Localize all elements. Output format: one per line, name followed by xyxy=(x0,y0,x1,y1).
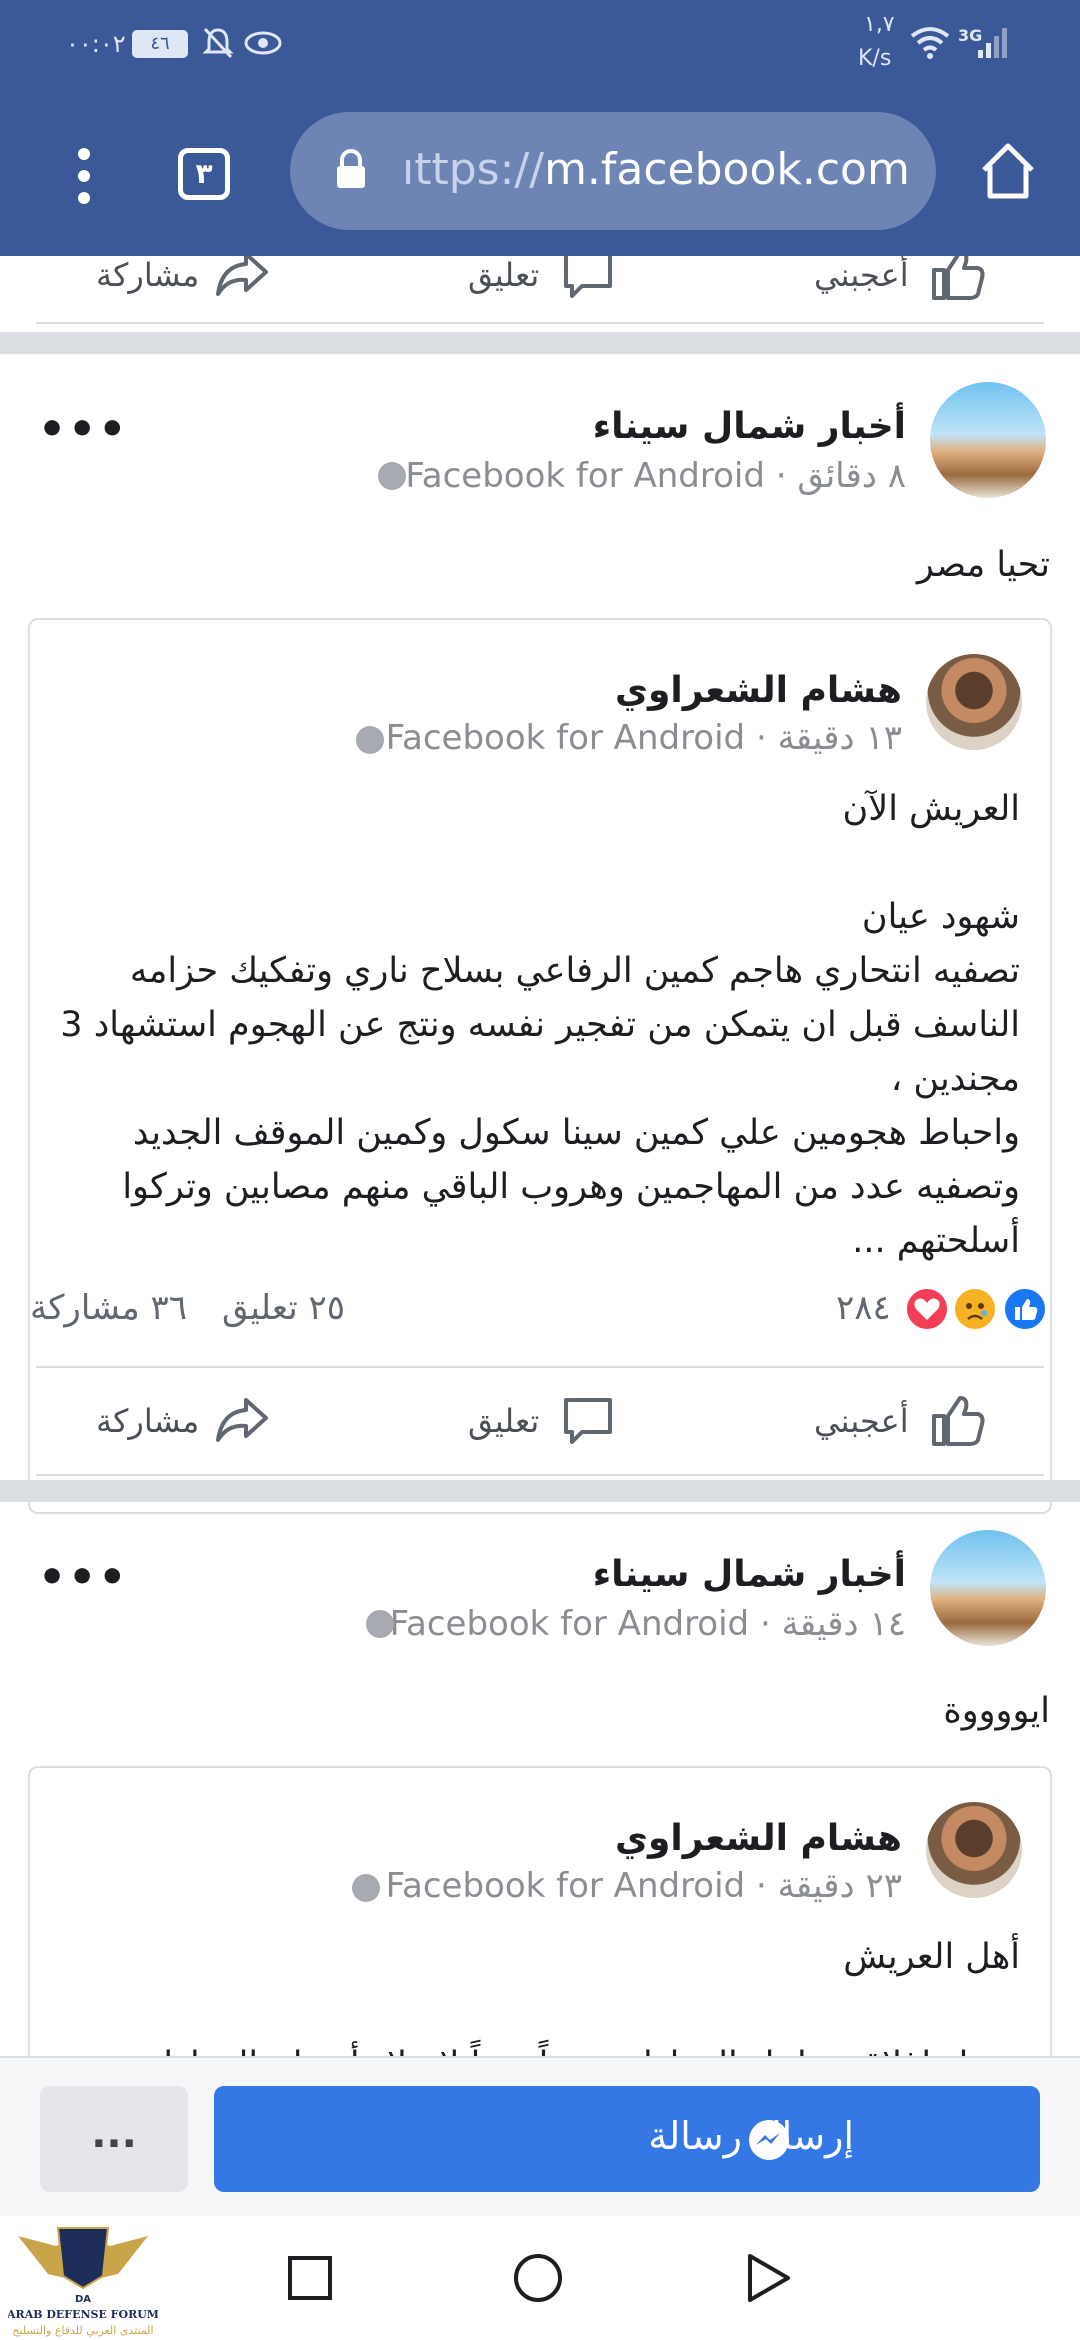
status-time: ٠٠:٠٢ xyxy=(66,30,126,58)
shared-post-card[interactable]: هشام الشعراوي ١٣ دقيقة · Facebook for An… xyxy=(28,618,1052,1514)
shares-count[interactable]: ٣٦ مشاركة xyxy=(30,1288,187,1328)
post-options-icon[interactable]: ••• xyxy=(38,1552,128,1603)
browser-toolbar: ٣ ıttps://m.facebook.com xyxy=(0,100,1080,256)
post-separator xyxy=(0,1480,1080,1502)
comment-icon xyxy=(564,1398,612,1444)
browser-menu-icon[interactable] xyxy=(78,148,90,208)
post-options-icon[interactable]: ••• xyxy=(38,404,128,455)
public-globe-icon xyxy=(366,1610,394,1638)
home-icon[interactable] xyxy=(978,140,1038,202)
recent-apps-icon[interactable] xyxy=(286,2254,334,2302)
comment-button[interactable]: تعليق xyxy=(468,1402,539,1440)
notifications-off-icon xyxy=(202,27,234,59)
svg-text:المنتدى العربي للدفاع والتسليح: المنتدى العربي للدفاع والتسليح xyxy=(12,2324,153,2337)
shared-post-meta: ٢٣ دقيقة · Facebook for Android · xyxy=(364,1866,902,1906)
sad-reaction-icon xyxy=(952,1286,998,1332)
battery-icon: ٤٦ xyxy=(132,30,188,58)
public-globe-icon xyxy=(356,726,384,754)
share-icon xyxy=(216,1398,268,1442)
messenger-icon xyxy=(749,2120,789,2160)
public-globe-icon xyxy=(352,1874,380,1902)
more-button[interactable]: ... xyxy=(40,2086,188,2192)
author-avatar[interactable] xyxy=(926,1802,1022,1898)
post-meta: ١٤ دقيقة · Facebook for Android · xyxy=(368,1604,906,1644)
net-speed-value: ١,٧ xyxy=(864,12,895,37)
comments-count[interactable]: ٢٥ تعليق xyxy=(222,1288,345,1328)
lock-icon xyxy=(337,149,365,188)
author-name[interactable]: هشام الشعراوي xyxy=(615,670,902,711)
post-separator xyxy=(0,332,1080,354)
public-globe-icon xyxy=(378,462,406,490)
url-text: ıttps://m.facebook.com xyxy=(402,144,910,195)
author-avatar[interactable] xyxy=(926,654,1022,750)
home-nav-icon[interactable] xyxy=(512,2252,564,2304)
system-nav-bar: DA ARAB DEFENSE FORUM المنتدى العربي للد… xyxy=(0,2216,1080,2340)
svg-text:ARAB DEFENSE FORUM: ARAB DEFENSE FORUM xyxy=(8,2308,158,2321)
address-bar[interactable]: ıttps://m.facebook.com xyxy=(290,112,936,230)
page-actions-bar: ... إرسال رسالة xyxy=(0,2056,1080,2216)
page-name[interactable]: أخبار شمال سيناء xyxy=(593,406,906,447)
tabs-button[interactable]: ٣ xyxy=(178,148,230,200)
send-message-button[interactable]: إرسال رسالة xyxy=(214,2086,1040,2192)
wifi-icon xyxy=(910,27,950,59)
svg-text:DA: DA xyxy=(75,2294,91,2305)
page-avatar[interactable] xyxy=(930,382,1046,498)
share-button[interactable]: مشاركة xyxy=(96,1402,199,1440)
comment-button[interactable]: تعليق xyxy=(468,256,539,294)
share-button[interactable]: مشاركة xyxy=(96,256,199,294)
like-icon xyxy=(932,1396,985,1446)
shared-post-card[interactable]: هشام الشعراوي ٢٣ دقيقة · Facebook for An… xyxy=(28,1766,1052,2056)
comment-icon xyxy=(564,256,612,298)
arab-defense-forum-logo: DA ARAB DEFENSE FORUM المنتدى العربي للد… xyxy=(8,2227,158,2337)
like-button[interactable]: أعجبني xyxy=(814,256,909,294)
post-meta: ٨ دقائق · Facebook for Android · xyxy=(384,456,906,496)
news-feed: أعجبني تعليق مشاركة أخبار شمال سيناء ٨ د… xyxy=(0,256,1080,2056)
shared-post-meta: ١٣ دقيقة · Facebook for Android · xyxy=(364,718,902,758)
like-button[interactable]: أعجبني xyxy=(814,1402,909,1440)
back-nav-icon[interactable] xyxy=(744,2252,794,2304)
post-text: تحيا مصر xyxy=(916,545,1050,585)
post-text: ايووووة xyxy=(943,1691,1050,1731)
page-name[interactable]: أخبار شمال سيناء xyxy=(593,1554,906,1595)
love-reaction-icon xyxy=(904,1286,950,1332)
page-avatar[interactable] xyxy=(930,1530,1046,1646)
like-reaction-icon xyxy=(1002,1286,1048,1332)
shared-post-text: أهل العريش برجاء إغلاق مداخل العمارات جي… xyxy=(130,1937,1020,2056)
eye-comfort-icon xyxy=(244,31,282,55)
shared-post-text: العريش الآن شهود عيان تصفيه انتحاري هاجم… xyxy=(60,789,1020,1261)
status-bar: ٠٠:٠٢ ٤٦ ١,٧ K/s 3G xyxy=(0,0,1080,100)
share-icon xyxy=(216,256,268,296)
like-icon xyxy=(932,256,985,300)
author-name[interactable]: هشام الشعراوي xyxy=(615,1818,902,1859)
signal-icon xyxy=(978,28,1007,58)
reactions-count: ٢٨٤ xyxy=(836,1288,891,1328)
net-speed-unit: K/s xyxy=(858,46,892,71)
